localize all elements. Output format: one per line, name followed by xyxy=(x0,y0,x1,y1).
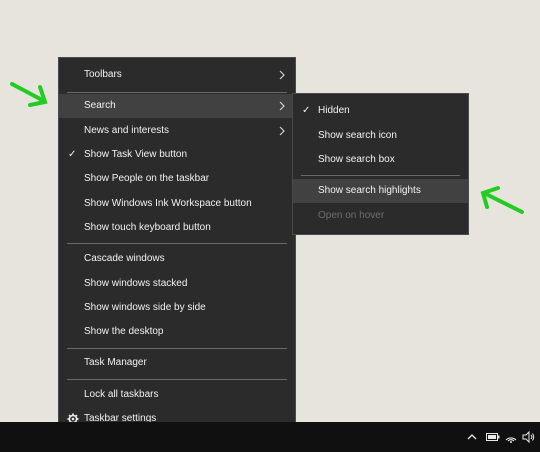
menu-item-show-task-view-button[interactable]: ✓ Show Task View button xyxy=(59,143,295,167)
menu-item-label: Show touch keyboard button xyxy=(84,222,211,233)
menu-separator xyxy=(67,92,287,93)
menu-separator xyxy=(67,379,287,380)
menu-item-task-manager[interactable]: Task Manager xyxy=(59,351,295,375)
chevron-right-icon xyxy=(279,70,285,80)
menu-item-label: News and interests xyxy=(84,125,170,136)
taskbar-context-menu: Toolbars Search News and interests ✓ Sho… xyxy=(58,57,296,437)
menu-item-windows-side-by-side[interactable]: Show windows side by side xyxy=(59,296,295,320)
menu-item-news-and-interests[interactable]: News and interests xyxy=(59,119,295,143)
menu-separator xyxy=(67,243,287,244)
menu-item-label: Search xyxy=(84,100,116,111)
submenu-item-label: Show search box xyxy=(318,154,395,165)
menu-item-show-people[interactable]: Show People on the taskbar xyxy=(59,167,295,191)
menu-item-label: Task Manager xyxy=(84,357,147,368)
menu-item-lock-taskbars[interactable]: Lock all taskbars xyxy=(59,383,295,407)
menu-item-label: Show Windows Ink Workspace button xyxy=(84,198,252,209)
menu-item-label: Show the desktop xyxy=(84,326,164,337)
submenu-item-show-search-highlights[interactable]: Show search highlights xyxy=(293,179,468,203)
menu-item-windows-stacked[interactable]: Show windows stacked xyxy=(59,272,295,296)
menu-item-label: Show windows side by side xyxy=(84,302,206,313)
annotation-arrow-icon xyxy=(10,82,48,107)
menu-separator xyxy=(301,175,460,176)
taskbar xyxy=(0,422,540,452)
menu-item-toolbars[interactable]: Toolbars xyxy=(59,63,295,87)
submenu-item-label: Open on hover xyxy=(318,210,385,221)
submenu-item-label: Show search highlights xyxy=(318,185,421,196)
wifi-icon[interactable] xyxy=(504,430,518,444)
submenu-item-open-on-hover: Open on hover xyxy=(293,204,468,228)
menu-item-label: Show windows stacked xyxy=(84,278,188,289)
submenu-item-show-search-icon[interactable]: Show search icon xyxy=(293,124,468,148)
menu-item-label: Show Task View button xyxy=(84,149,188,160)
chevron-up-icon[interactable] xyxy=(465,430,479,444)
checkmark-icon: ✓ xyxy=(302,105,311,116)
menu-item-show-ink-workspace[interactable]: Show Windows Ink Workspace button xyxy=(59,192,295,216)
menu-item-show-desktop[interactable]: Show the desktop xyxy=(59,320,295,344)
menu-separator xyxy=(67,348,287,349)
menu-item-show-touch-keyboard[interactable]: Show touch keyboard button xyxy=(59,216,295,240)
chevron-right-icon xyxy=(279,126,285,136)
menu-item-label: Cascade windows xyxy=(84,253,165,264)
annotation-arrow-icon xyxy=(480,186,524,214)
checkmark-icon: ✓ xyxy=(68,149,77,160)
menu-item-label: Lock all taskbars xyxy=(84,389,159,400)
battery-icon[interactable] xyxy=(485,430,501,444)
chevron-right-icon xyxy=(279,101,285,111)
submenu-item-label: Show search icon xyxy=(318,130,397,141)
menu-item-label: Toolbars xyxy=(84,69,122,80)
submenu-item-label: Hidden xyxy=(318,105,350,116)
submenu-item-show-search-box[interactable]: Show search box xyxy=(293,148,468,172)
submenu-item-hidden[interactable]: ✓ Hidden xyxy=(293,99,468,123)
menu-item-search[interactable]: Search xyxy=(59,94,295,118)
menu-item-cascade-windows[interactable]: Cascade windows xyxy=(59,247,295,271)
search-submenu: ✓ Hidden Show search icon Show search bo… xyxy=(292,93,469,235)
menu-item-label: Show People on the taskbar xyxy=(84,173,210,184)
volume-icon[interactable] xyxy=(521,430,535,444)
